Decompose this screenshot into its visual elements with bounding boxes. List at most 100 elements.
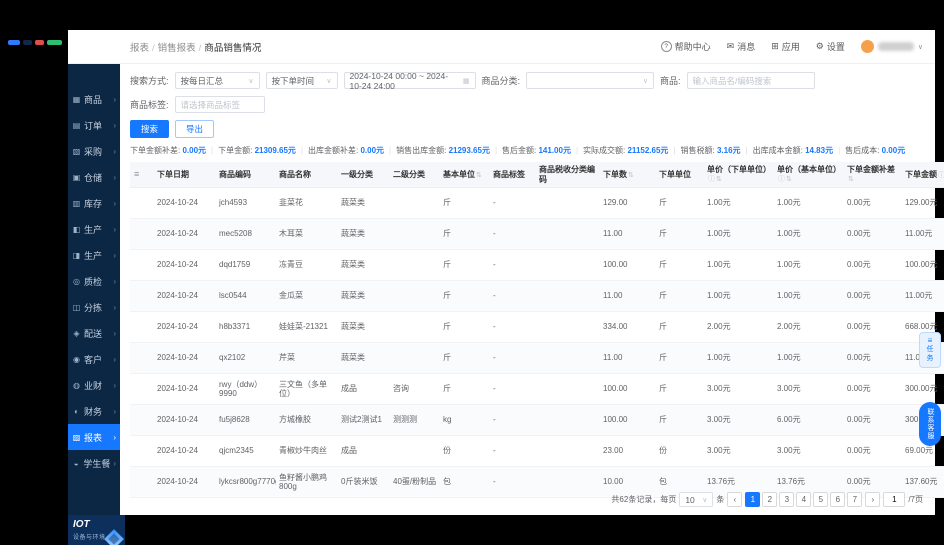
- task-float-button[interactable]: ≡ 任务: [919, 332, 941, 368]
- column-settings-icon[interactable]: ≡: [134, 169, 139, 179]
- sidebar-item-仓储[interactable]: ▣ 仓储 ›: [68, 164, 120, 190]
- table-row[interactable]: 2024-10-24 qjcm2345 青椒炒牛肉丝 成品份 -23.00 份 3.00元 3…: [130, 435, 944, 468]
- sidebar-item-质检[interactable]: ◎ 质检 ›: [68, 268, 120, 294]
- next-page-button[interactable]: ›: [865, 492, 881, 507]
- page-button[interactable]: 4: [796, 492, 812, 507]
- column-header[interactable]: 基本单位⇅: [440, 162, 490, 189]
- table-row[interactable]: 2024-10-24 jch4593 韭菜花 蔬菜类斤 -129.00 斤 1.00元 1.0…: [130, 187, 944, 220]
- column-header[interactable]: 一级分类: [338, 162, 390, 189]
- table-row[interactable]: 2024-10-24 dqd1759 冻青豆 蔬菜类斤 -100.00 斤 1.00元 1.0…: [130, 249, 944, 282]
- table-row[interactable]: 2024-10-24 fu5j8628 方城橡胶 测试2测试1 测测测 kg - 100.00…: [130, 404, 944, 437]
- table-body: 2024-10-24 jch4593 韭菜花 蔬菜类斤 -129.00 斤 1.00元 1.0…: [130, 187, 944, 499]
- date-range-picker[interactable]: 2024-10-24 00:00 ~ 2024-10-24 24:00 ▦: [343, 71, 476, 91]
- info-icon[interactable]: ⓘ: [708, 176, 715, 183]
- page-button[interactable]: 5: [813, 492, 829, 507]
- task-label: 任务: [926, 346, 934, 362]
- info-icon[interactable]: ⓘ: [778, 176, 785, 183]
- row-expand-cell: [130, 404, 154, 437]
- header-action-help-center[interactable]: ? 帮助中心: [660, 40, 711, 53]
- time-type-select[interactable]: 按下单时间 ∨: [265, 72, 338, 89]
- sort-icon[interactable]: ⇅: [848, 176, 854, 183]
- sort-icon[interactable]: ⇅: [628, 172, 634, 179]
- sort-icon[interactable]: ⇅: [476, 172, 482, 179]
- sidebar-item-生产[interactable]: ◧ 生产 ›: [68, 216, 120, 242]
- page-size-select[interactable]: 10 ∨: [679, 492, 714, 507]
- table-row[interactable]: 2024-10-24 mec5208 木耳菜 蔬菜类斤 -11.00 斤 1.00元 1.00…: [130, 218, 944, 251]
- header-action-label: 帮助中心: [674, 42, 711, 52]
- table-cell: [390, 218, 440, 251]
- page-jump-input[interactable]: [883, 492, 906, 507]
- column-header[interactable]: 商品编码: [216, 162, 276, 189]
- sidebar-item-采购[interactable]: ▧ 采购 ›: [68, 138, 120, 164]
- column-header[interactable]: 单价（下单单位） ⓘ⇅: [704, 162, 774, 189]
- table-row[interactable]: 2024-10-24 qx2102 芹菜 蔬菜类斤 -11.00 斤 1.00元 1.00元 0…: [130, 342, 944, 375]
- column-header[interactable]: ≡: [130, 162, 154, 189]
- page-button[interactable]: 1: [745, 492, 761, 507]
- page-button[interactable]: 7: [847, 492, 863, 507]
- user-menu[interactable]: ∨: [860, 40, 923, 53]
- table-cell: 冻青豆: [276, 249, 338, 282]
- page-button[interactable]: 3: [779, 492, 795, 507]
- column-header[interactable]: 商品税收分类编码: [536, 162, 600, 189]
- goods-search-input[interactable]: [686, 72, 815, 89]
- table-cell: dqd1759: [216, 249, 276, 282]
- table-cell: 方城橡胶: [276, 404, 338, 437]
- header-action-messages[interactable]: ✉ 消息: [727, 40, 756, 53]
- sidebar-item-报表[interactable]: ▨ 报表 ›: [68, 424, 120, 450]
- sidebar-item-库存[interactable]: ▥ 库存 ›: [68, 190, 120, 216]
- sidebar-item-分拣[interactable]: ◫ 分拣 ›: [68, 294, 120, 320]
- table-cell: [390, 187, 440, 220]
- breadcrumb-item[interactable]: 销售报表: [158, 43, 196, 54]
- search-mode-select[interactable]: 按每日汇总 ∨: [174, 72, 260, 89]
- info-icon[interactable]: ⓘ: [938, 172, 944, 179]
- table-row[interactable]: 2024-10-24 h8b3371 娃娃菜-21321 蔬菜类斤 -334.00 斤 2.…: [130, 311, 944, 344]
- column-header[interactable]: 下单金额ⓘ⇅: [902, 162, 944, 189]
- column-header[interactable]: 下单日期: [154, 162, 216, 189]
- column-header[interactable]: 单价（基本单位） ⓘ⇅: [774, 162, 844, 189]
- table-row[interactable]: 2024-10-24 lsc0544 金瓜菜 蔬菜类斤 -11.00 斤 1.00元 1.00…: [130, 280, 944, 313]
- sort-icon[interactable]: ⇅: [716, 176, 722, 183]
- sort-icon[interactable]: ⇅: [786, 176, 792, 183]
- sidebar-item-业财[interactable]: ◍ 业财 ›: [68, 372, 120, 398]
- column-header[interactable]: 下单金额补差 ⇅: [844, 162, 902, 189]
- table-cell: 1.00元: [704, 249, 774, 282]
- export-button[interactable]: 导出: [175, 120, 215, 138]
- column-label: 商品标签: [493, 170, 525, 180]
- filter-actions: 搜索 导出: [130, 120, 925, 138]
- summary-divider: |: [211, 146, 214, 155]
- sidebar-item-配送[interactable]: ◈ 配送 ›: [68, 320, 120, 346]
- breadcrumb-separator: /: [152, 42, 155, 54]
- sidebar-item-label: 采购: [84, 146, 103, 157]
- breadcrumb-item[interactable]: 报表: [130, 43, 149, 54]
- column-header[interactable]: 商品标签: [490, 162, 536, 189]
- sidebar-item-财务[interactable]: ◐ 财务 ›: [68, 398, 120, 424]
- sidebar-item-客户[interactable]: ◉ 客户 ›: [68, 346, 120, 372]
- sidebar-item-订单[interactable]: ▤ 订单 ›: [68, 112, 120, 138]
- table-cell: -: [490, 280, 536, 313]
- page-button[interactable]: 6: [830, 492, 846, 507]
- avatar[interactable]: [860, 40, 874, 53]
- table-cell: 斤: [440, 187, 490, 220]
- column-header[interactable]: 下单数⇅: [600, 162, 656, 189]
- column-header[interactable]: 下单单位: [656, 162, 704, 189]
- sidebar-item-学生餐[interactable]: ◒ 学生餐 ›: [68, 450, 120, 476]
- prev-page-button[interactable]: ‹: [727, 492, 743, 507]
- header-action-settings[interactable]: ⚙ 设置: [816, 40, 845, 53]
- column-header[interactable]: 商品名称: [276, 162, 338, 189]
- header-action-apps[interactable]: ⊞ 应用: [771, 40, 800, 53]
- table-cell: [390, 280, 440, 313]
- category-select[interactable]: ∨: [526, 72, 655, 89]
- goods-tag-input[interactable]: [174, 96, 265, 113]
- page-button[interactable]: 2: [762, 492, 778, 507]
- column-header[interactable]: 二级分类: [390, 162, 440, 189]
- customer-service-button[interactable]: 联系客服: [919, 402, 941, 446]
- table-cell: 300.00元: [902, 373, 944, 406]
- search-mode-label: 搜索方式:: [130, 76, 169, 86]
- sidebar-item-生产[interactable]: ◨ 生产 ›: [68, 242, 120, 268]
- search-button[interactable]: 搜索: [130, 120, 170, 138]
- sidebar-item-商品[interactable]: ▦ 商品 ›: [68, 86, 120, 112]
- table-row[interactable]: 2024-10-24 rwy（ddw）9990 三文鱼（多单位） 成品 咨询斤 -100.…: [130, 373, 944, 406]
- table-cell: [390, 311, 440, 344]
- table-cell: 1.00元: [774, 187, 844, 220]
- quality-check-icon: ◎: [73, 276, 80, 286]
